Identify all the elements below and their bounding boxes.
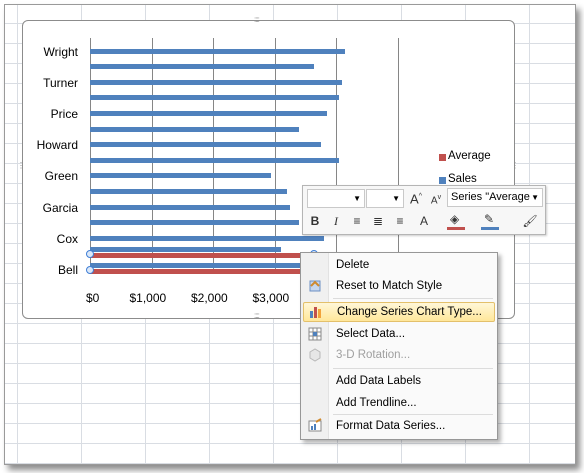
bar-sales[interactable] [90,95,340,101]
context-menu[interactable]: Delete Reset to Match Style Change Serie… [300,252,498,440]
bar-sales[interactable] [90,247,281,253]
align-center-icon[interactable]: ≡ [348,212,366,230]
menu-item-delete[interactable]: Delete [303,255,493,275]
menu-item-label: Select Data... [336,328,406,340]
menu-separator [333,298,493,299]
select-data-icon [308,327,322,341]
menu-item-label: Add Trendline... [336,397,417,409]
bar-sales[interactable] [90,263,315,268]
3d-rotation-icon [309,348,321,362]
bar-sales[interactable] [90,173,272,179]
legend-label-average: Average [448,150,491,162]
bar-sales[interactable] [90,142,321,148]
x-tick-label: $0 [86,291,100,305]
category-label: Garcia [42,200,78,215]
bar-sales[interactable] [90,220,300,226]
x-tick-label: $1,000 [129,291,167,305]
shrink-font-button[interactable]: Av [427,189,445,207]
menu-item-label: Delete [336,259,370,271]
menu-item-change-series-chart-type[interactable]: Change Series Chart Type... [303,302,495,322]
chart-type-icon [310,307,321,318]
bar-sales[interactable] [90,235,324,241]
font-color-icon[interactable]: A [415,212,433,230]
bar-sales[interactable] [90,126,300,132]
bold-button[interactable]: B [306,212,324,230]
grow-font-button[interactable]: A^ [407,188,425,206]
category-label: Price [50,107,78,121]
outline-color-icon[interactable]: ✎ [481,212,499,230]
menu-separator [333,368,493,369]
bar-sales[interactable] [90,189,287,194]
bar-sales[interactable] [90,48,346,54]
category-label: Howard [36,138,78,153]
x-tick-label: $2,000 [191,291,228,305]
menu-item-select-data[interactable]: Select Data... [303,324,493,344]
selection-handle[interactable] [86,266,94,274]
menu-item-label: Add Data Labels [336,375,422,387]
menu-item-reset-to-match-style[interactable]: Reset to Match Style [303,276,493,296]
align-left-icon[interactable]: ≣ [369,212,387,230]
italic-button[interactable]: I [327,212,345,230]
font-size-combo[interactable]: ▼ [366,189,404,208]
reset-style-icon [309,280,321,292]
bar-sales[interactable] [90,64,315,70]
category-label: Wright [43,44,78,59]
category-label: Cox [56,231,78,246]
align-right-icon[interactable]: ≡ [391,212,409,230]
category-label: Bell [57,263,78,277]
gridline [336,38,337,274]
menu-item-add-data-labels[interactable]: Add Data Labels [303,371,493,391]
gridline [397,38,399,274]
menu-separator [333,414,493,415]
menu-item-format-data-series[interactable]: Format Data Series... [303,416,493,436]
menu-item-3d-rotation[interactable]: 3-D Rotation... [303,345,493,365]
bar-sales[interactable] [90,204,290,210]
category-label: Green [44,169,78,184]
bar-sales[interactable] [90,79,343,85]
menu-item-add-trendline[interactable]: Add Trendline... [303,393,493,413]
legend-label-sales: Sales [448,173,477,185]
fill-color-icon[interactable]: ◈ [447,212,465,230]
legend-swatch-average [439,154,446,161]
bar-average[interactable] [90,269,315,274]
category-label: Turner [43,75,78,90]
bar-sales[interactable] [90,111,327,116]
legend-swatch-sales [439,177,446,184]
format-painter-icon[interactable]: 🖌 [521,212,539,230]
series-selector-dropdown[interactable]: Series "Average ▼ [447,188,543,207]
menu-item-label: Format Data Series... [336,420,446,432]
format-series-icon [308,418,322,432]
menu-item-label: 3-D Rotation... [336,349,411,361]
bar-sales[interactable] [90,157,340,163]
menu-item-label: Change Series Chart Type... [337,306,482,318]
x-tick-label: $3,000 [252,291,290,305]
menu-item-label: Reset to Match Style [336,280,443,292]
bar-average[interactable] [90,253,315,259]
mini-toolbar[interactable]: ▼ ▼ A^ Av Series "Average ▼ B I ≡ ≣ ≡ A … [302,185,546,235]
font-name-combo[interactable]: ▼ [307,189,365,208]
